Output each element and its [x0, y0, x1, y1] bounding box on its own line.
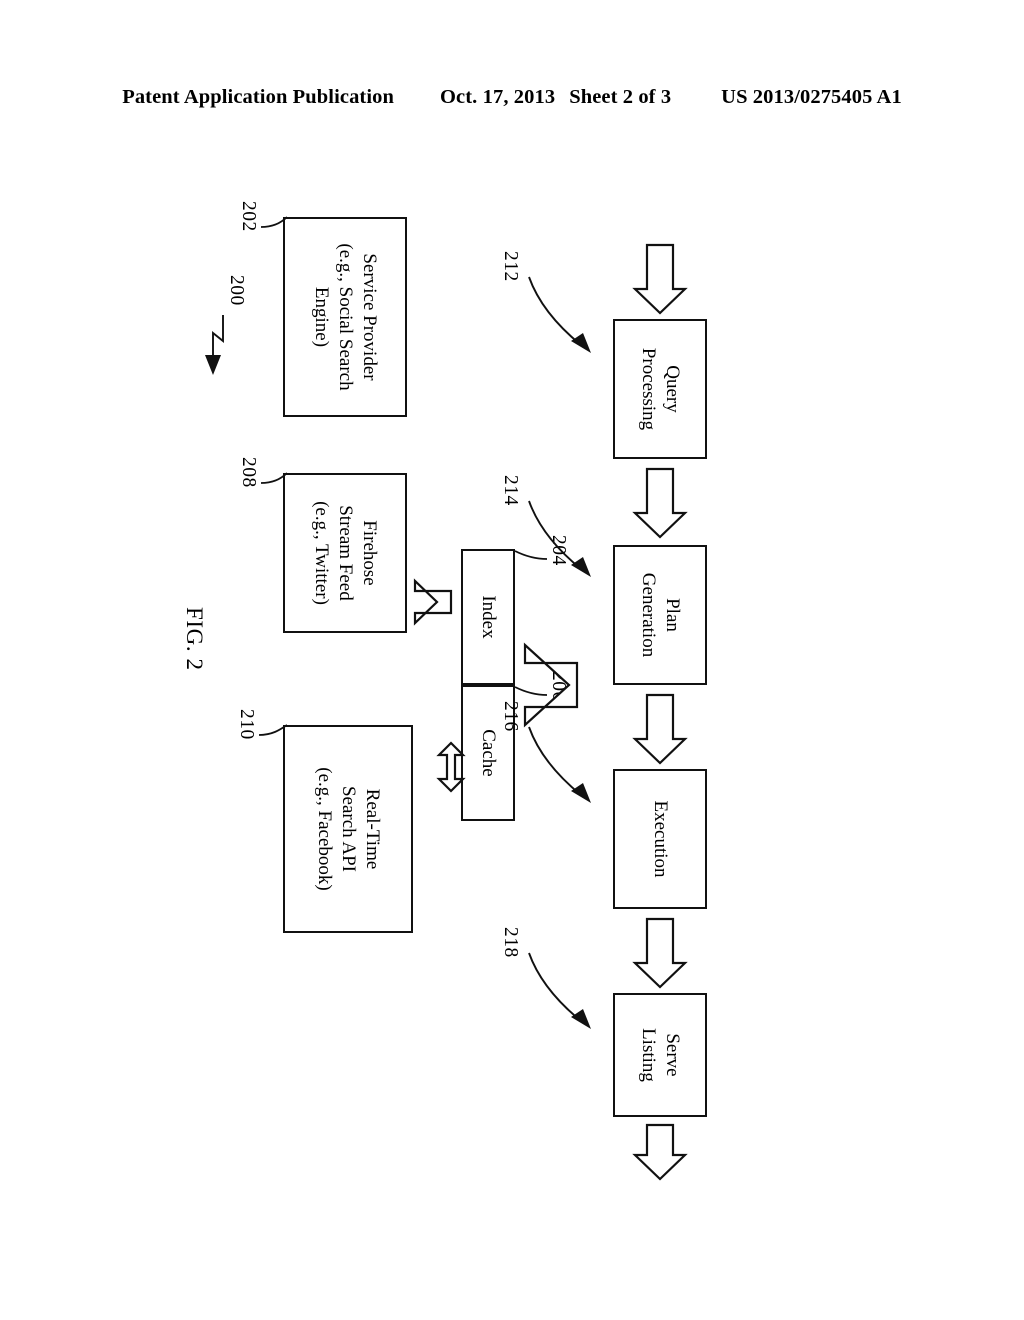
- node-query-processing-line-2: Processing: [638, 347, 659, 431]
- node-execution: Execution: [613, 769, 707, 909]
- figure-canvas: Service Provider (e.g., Social Search En…: [117, 155, 907, 1181]
- node-cache-label: Cache: [477, 729, 499, 777]
- header-date: Oct. 17, 2013: [440, 86, 556, 108]
- callout-leader-212: [528, 276, 591, 353]
- arrow-firehose-to-index: [413, 578, 453, 626]
- header-sheet: Sheet 2 of 3: [569, 86, 672, 108]
- node-service-provider-line-3: Engine): [311, 286, 333, 348]
- node-firehose-line-2: Stream Feed: [334, 505, 356, 601]
- page-header: Patent Application Publication Oct. 17, …: [0, 86, 1024, 118]
- figure-label: FIG. 2: [182, 607, 207, 671]
- patent-figure-page: Patent Application Publication Oct. 17, …: [0, 0, 1024, 1320]
- node-service-provider: Service Provider (e.g., Social Search En…: [283, 217, 407, 417]
- refnum-208: 208: [238, 457, 259, 488]
- refnum-210: 210: [236, 709, 257, 740]
- node-service-provider-line-2: (e.g., Social Search: [334, 243, 356, 391]
- callout-leader-216: [528, 726, 591, 803]
- node-firehose-line-1: Firehose: [358, 520, 380, 586]
- node-rtsearch-line-2: Search API: [337, 785, 359, 872]
- hook-204: [514, 550, 548, 560]
- node-rtsearch-line-1: Real-Time: [361, 788, 383, 870]
- refnum-212: 212: [500, 251, 521, 282]
- arrow-plan-to-execution: [632, 693, 688, 765]
- refnum-216: 216: [500, 701, 521, 732]
- refnum-218: 218: [500, 927, 521, 958]
- refnum-202: 202: [238, 201, 259, 232]
- node-firehose-stream-feed: Firehose Stream Feed (e.g., Twitter): [283, 473, 407, 633]
- node-real-time-search-api: Real-Time Search API (e.g., Facebook): [283, 725, 413, 933]
- refnum-214: 214: [500, 475, 521, 506]
- arrow-query-input: [632, 243, 688, 315]
- node-firehose-line-3: (e.g., Twitter): [311, 501, 333, 605]
- refnum-204: 204: [548, 535, 569, 566]
- hook-206: [514, 686, 548, 696]
- node-query-processing-line-1: Query: [661, 365, 683, 413]
- arrow-query-to-plan: [632, 467, 688, 539]
- node-index-label: Index: [477, 595, 499, 639]
- arrow-execution-to-serve: [632, 917, 688, 989]
- node-rtsearch-line-3: (e.g., Facebook): [314, 767, 336, 891]
- node-index: Index: [461, 549, 515, 685]
- node-execution-label: Execution: [649, 800, 671, 878]
- node-service-provider-line-1: Service Provider: [358, 253, 380, 381]
- refnum-206: 206: [548, 671, 569, 702]
- node-plan-generation-line-2: Generation: [638, 572, 659, 658]
- refnum-200: 200: [226, 275, 247, 306]
- node-plan-generation-line-1: Plan: [661, 598, 683, 632]
- node-query-processing: Query Processing: [613, 319, 707, 459]
- node-serve-listing-line-2: Listing: [638, 1028, 659, 1082]
- callout-leader-218: [528, 952, 591, 1029]
- node-serve-listing-line-1: Serve: [661, 1033, 683, 1077]
- node-serve-listing: Serve Listing: [613, 993, 707, 1117]
- header-doc-number: US 2013/0275405 A1: [721, 86, 902, 108]
- node-plan-generation: Plan Generation: [613, 545, 707, 685]
- leader-200: [205, 315, 224, 375]
- arrow-serve-output: [632, 1123, 688, 1181]
- arrow-cache-to-search-api: [436, 741, 466, 793]
- header-publication: Patent Application Publication: [122, 86, 395, 108]
